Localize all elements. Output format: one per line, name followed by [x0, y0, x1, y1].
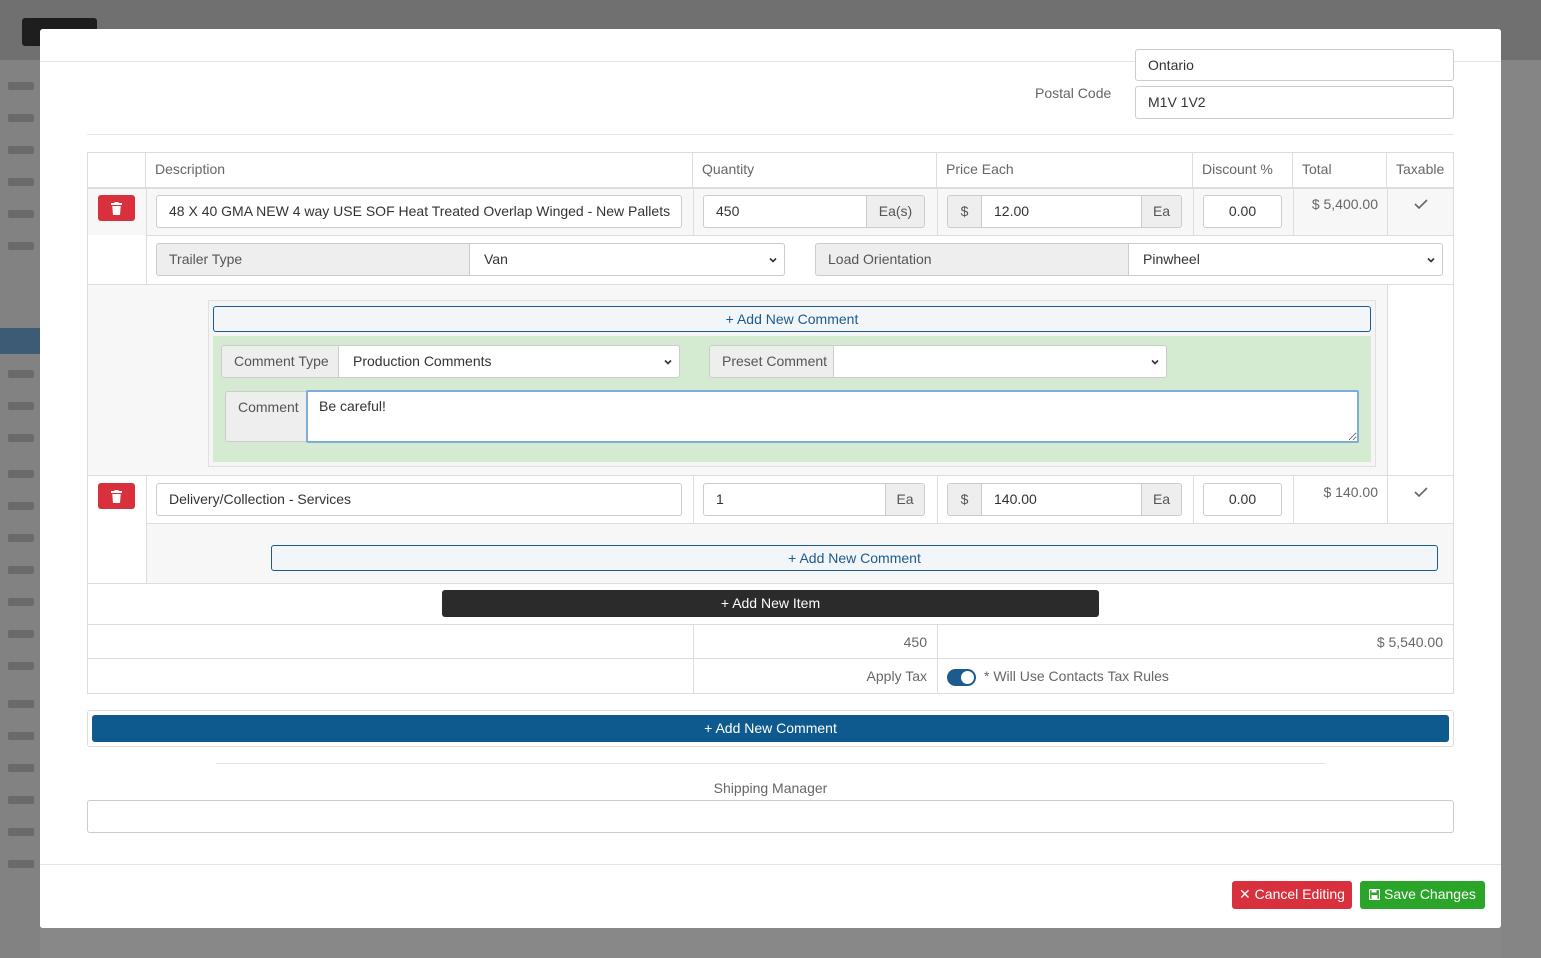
quantity-unit: Ea [885, 483, 925, 516]
cancel-editing-label: Cancel Editing [1254, 886, 1345, 902]
save-changes-label: Save Changes [1384, 886, 1476, 902]
trailer-type-value: Van [484, 251, 508, 267]
add-comment-label: Add New Comment [736, 311, 859, 327]
add-comment-button[interactable]: + Add New Comment [213, 306, 1371, 332]
comment-textarea[interactable]: Be careful! [306, 390, 1359, 443]
add-item-label: Add New Item [732, 595, 821, 611]
check-icon [1414, 487, 1428, 497]
check-icon [1414, 199, 1428, 209]
load-orientation-value: Pinwheel [1143, 251, 1200, 267]
add-comment-button[interactable]: + Add New Comment [271, 545, 1438, 571]
edit-order-modal: Ontario Postal Code M1V 1V2 Description … [40, 29, 1501, 928]
close-icon: ✕ [1239, 886, 1251, 902]
price-field[interactable]: 140.00 [981, 483, 1142, 516]
plus-icon: + [725, 311, 734, 327]
preset-comment-label: Preset Comment [709, 345, 834, 378]
grand-total: $ 5,540.00 [1376, 634, 1443, 650]
comment-type-select[interactable]: Production Comments [338, 345, 680, 378]
postal-code-label: Postal Code [1035, 85, 1112, 101]
discount-field[interactable]: 0.00 [1203, 195, 1282, 228]
comment-label: Comment [225, 391, 307, 442]
col-quantity: Quantity [693, 153, 937, 188]
trailer-type-select[interactable]: Van [469, 243, 785, 276]
line-total: $ 140.00 [1323, 484, 1379, 500]
shipping-manager-label: Shipping Manager [713, 780, 828, 796]
postal-code-field[interactable]: M1V 1V2 [1135, 86, 1454, 119]
apply-tax-toggle[interactable] [947, 669, 976, 686]
section-divider [216, 763, 1326, 764]
delete-item-button[interactable] [98, 483, 135, 509]
chevron-down-icon [769, 257, 777, 263]
plus-icon: + [720, 595, 730, 611]
apply-tax-label: Apply Tax [866, 668, 927, 684]
chevron-down-icon [664, 359, 672, 365]
preset-comment-select[interactable] [833, 345, 1167, 378]
background-right-panel [1501, 60, 1541, 958]
discount-field[interactable]: 0.00 [1203, 483, 1282, 516]
load-orientation-select[interactable]: Pinwheel [1128, 243, 1443, 276]
quantity-field[interactable]: 450 [703, 195, 867, 228]
plus-icon: + [788, 550, 797, 566]
province-field[interactable]: Ontario [1135, 49, 1454, 81]
col-taxable: Taxable [1396, 161, 1445, 177]
save-changes-button[interactable]: Save Changes [1360, 881, 1485, 909]
load-orientation-label: Load Orientation [815, 243, 1129, 276]
comment-type-value: Production Comments [353, 353, 492, 369]
col-total: Total [1293, 153, 1387, 188]
line-items-table: Description Quantity Price Each Discount… [87, 152, 1454, 694]
add-order-comment-label: Add New Comment [715, 720, 837, 736]
currency-addon: $ [947, 195, 982, 228]
tax-note: * Will Use Contacts Tax Rules [984, 668, 1169, 684]
quantity-field[interactable]: 1 [703, 483, 886, 516]
total-quantity: 450 [903, 634, 927, 650]
section-divider [87, 134, 1454, 135]
delete-item-button[interactable] [98, 195, 135, 221]
save-icon [1369, 888, 1381, 901]
price-unit: Ea [1141, 483, 1182, 516]
price-unit: Ea [1141, 195, 1182, 228]
description-field[interactable]: Delivery/Collection - Services [156, 483, 682, 516]
comment-type-label: Comment Type [221, 345, 339, 378]
currency-addon: $ [947, 483, 982, 516]
trash-icon [111, 489, 122, 503]
line-total: $ 5,400.00 [1311, 196, 1378, 212]
description-field[interactable]: 48 X 40 GMA NEW 4 way USE SOF Heat Treat… [156, 195, 682, 228]
trash-icon [111, 201, 122, 215]
add-item-button[interactable]: + Add New Item [442, 590, 1099, 617]
chevron-down-icon [1151, 359, 1159, 365]
background-bottom-row [40, 928, 1501, 958]
chevron-down-icon [1427, 257, 1435, 263]
cancel-editing-button[interactable]: ✕ Cancel Editing [1232, 881, 1352, 909]
col-description: Description [146, 153, 693, 188]
plus-icon: + [704, 720, 713, 736]
trailer-type-label: Trailer Type [156, 243, 470, 276]
add-order-comment-button[interactable]: + Add New Comment [92, 715, 1449, 742]
shipping-manager-field[interactable] [87, 800, 1454, 833]
price-field[interactable]: 12.00 [981, 195, 1142, 228]
col-price-each: Price Each [937, 153, 1193, 188]
quantity-unit: Ea(s) [866, 195, 925, 228]
col-discount: Discount % [1193, 153, 1293, 188]
add-comment-label: Add New Comment [799, 550, 921, 566]
background-sidebar [0, 60, 40, 958]
